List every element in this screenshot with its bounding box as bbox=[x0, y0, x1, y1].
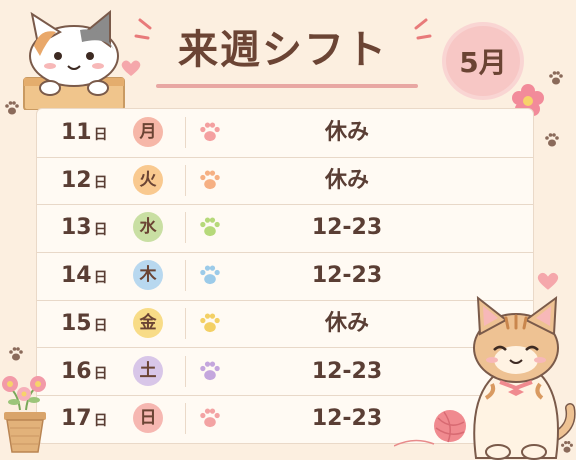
paw-print-icon bbox=[200, 217, 220, 237]
day-suffix: 日 bbox=[93, 127, 108, 143]
row-date: 16 日 bbox=[61, 348, 108, 395]
shift-value: 12-23 bbox=[311, 358, 383, 384]
paw-print-icon bbox=[5, 101, 19, 115]
column-divider bbox=[185, 164, 186, 196]
column-divider bbox=[185, 307, 186, 339]
date-number: 13 bbox=[61, 215, 92, 241]
paw-print-icon bbox=[549, 71, 563, 85]
row-date: 12 日 bbox=[61, 157, 108, 204]
title-underline bbox=[156, 84, 418, 88]
flower-pot-illustration bbox=[2, 376, 46, 453]
column-divider bbox=[185, 403, 186, 435]
weekday-badge: 月 bbox=[133, 117, 163, 147]
paw-print-icon bbox=[561, 441, 573, 453]
weekday-badge: 水 bbox=[133, 212, 163, 243]
date-number: 15 bbox=[61, 310, 92, 336]
paw-print-icon bbox=[200, 170, 220, 189]
shift-value: 12-23 bbox=[311, 263, 383, 289]
day-suffix: 日 bbox=[93, 413, 108, 430]
day-suffix: 日 bbox=[93, 270, 108, 287]
column-divider bbox=[185, 260, 186, 292]
weekday-badge: 金 bbox=[133, 307, 163, 338]
page-title: 来週シフト bbox=[178, 27, 388, 73]
month-badge: 5月 bbox=[446, 26, 520, 96]
paw-print-icon bbox=[545, 133, 559, 147]
weekday-badge: 木 bbox=[133, 260, 163, 291]
row-date: 14 日 bbox=[61, 252, 108, 299]
day-suffix: 日 bbox=[93, 174, 108, 191]
shift-value: 休み bbox=[324, 310, 369, 336]
row-date: 15 日 bbox=[61, 300, 108, 347]
day-suffix: 日 bbox=[93, 317, 108, 334]
shift-value: 休み bbox=[324, 167, 369, 193]
shift-card: 来週シフト 5月 11 日月休み 12 日火休み 13 日水 12-23 14 日木 12-23 1… bbox=[0, 0, 576, 460]
paw-print-icon bbox=[9, 347, 23, 361]
date-number: 16 bbox=[61, 358, 92, 384]
row-date: 17 日 bbox=[61, 395, 108, 442]
date-number: 12 bbox=[61, 167, 92, 193]
row-date: 13 日 bbox=[61, 204, 108, 251]
day-suffix: 日 bbox=[93, 365, 108, 382]
row-date: 11 日 bbox=[61, 109, 108, 156]
shift-value: 休み bbox=[324, 120, 369, 145]
paw-print-icon bbox=[200, 408, 220, 428]
cat-on-box-illustration bbox=[23, 9, 125, 110]
day-suffix: 日 bbox=[93, 222, 108, 239]
weekday-badge: 火 bbox=[133, 164, 163, 195]
paw-print-icon bbox=[200, 313, 220, 332]
date-number: 11 bbox=[61, 120, 92, 145]
paw-print-icon bbox=[200, 122, 220, 142]
column-divider bbox=[185, 117, 186, 148]
heart-icon bbox=[121, 60, 141, 76]
paw-print-icon bbox=[200, 265, 220, 285]
shift-row: 13 日水 12-23 bbox=[37, 204, 533, 254]
shift-row: 11 日月休み bbox=[37, 109, 533, 158]
column-divider bbox=[185, 355, 186, 387]
weekday-badge: 日 bbox=[133, 403, 163, 434]
paw-print-icon bbox=[200, 361, 220, 380]
sitting-cat-illustration bbox=[473, 295, 576, 460]
shift-row: 12 日火休み bbox=[37, 157, 533, 206]
shift-value: 12-23 bbox=[311, 215, 383, 241]
column-divider bbox=[185, 212, 186, 244]
date-number: 17 bbox=[61, 406, 92, 432]
weekday-badge: 土 bbox=[133, 355, 163, 386]
date-number: 14 bbox=[61, 263, 92, 289]
